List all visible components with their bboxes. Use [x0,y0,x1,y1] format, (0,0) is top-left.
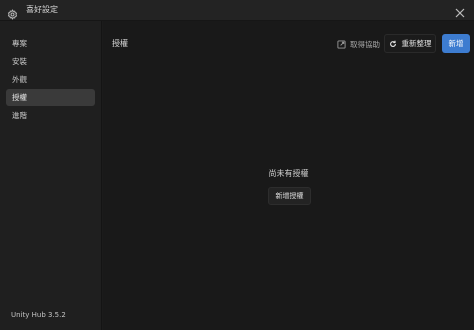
window-title: 喜好設定 [26,5,58,14]
sidebar-item-projects[interactable]: 專案 [6,35,95,52]
empty-add-label: 新增授權 [275,192,304,200]
sidebar-item-label: 專案 [12,39,27,48]
sidebar: 專案 安裝 外觀 授權 進階 Unity Hub 3.5.2 [0,21,102,330]
refresh-label: 重新整理 [401,39,432,48]
page-title: 授權 [112,39,128,48]
sidebar-item-appearance[interactable]: 外觀 [6,71,95,88]
add-label: 新增 [448,39,464,48]
help-label: 取得協助 [350,39,380,49]
sidebar-item-licenses[interactable]: 授權 [6,89,95,106]
sidebar-item-label: 進階 [12,111,27,120]
title-bar: 喜好設定 [0,0,474,21]
version-label: Unity Hub 3.5.2 [11,311,66,319]
add-license-button[interactable]: 新增 [442,34,470,53]
refresh-icon [389,40,396,47]
sidebar-item-label: 授權 [12,93,27,102]
sidebar-item-installs[interactable]: 安裝 [6,53,95,70]
licenses-panel: 授權 取得協助 重新整理 新增 尚未有授權 新增授權 [103,21,474,330]
empty-state-message: 尚未有授權 [268,169,309,178]
empty-add-license-button[interactable]: 新增授權 [268,187,311,205]
close-icon[interactable] [454,4,466,18]
external-link-icon [337,39,346,49]
sidebar-item-label: 外觀 [12,75,27,84]
get-help-link[interactable]: 取得協助 [337,38,380,50]
preferences-window: 喜好設定 專案 安裝 外觀 授權 進階 Unity Hub 3.5.2 授權 取… [0,0,474,330]
sidebar-item-label: 安裝 [12,57,27,66]
gear-icon [7,5,18,20]
refresh-button[interactable]: 重新整理 [384,34,436,53]
sidebar-item-advanced[interactable]: 進階 [6,107,95,124]
